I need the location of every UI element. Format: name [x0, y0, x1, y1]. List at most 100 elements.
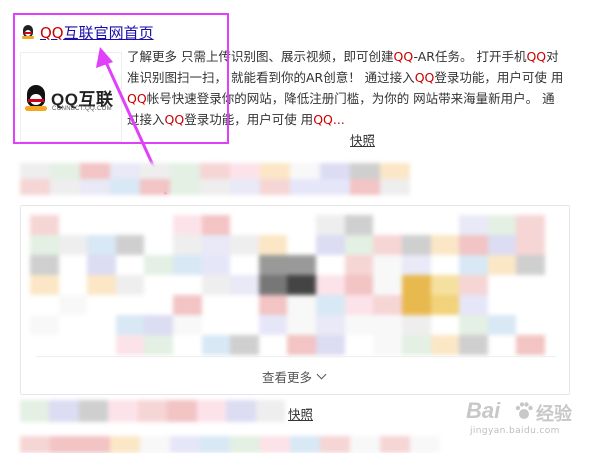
- mosaic-tile: [201, 235, 231, 255]
- mosaic-tile: [140, 179, 170, 195]
- mosaic-tile: [20, 179, 50, 195]
- mosaic-tile: [140, 163, 170, 179]
- mosaic-tile: [516, 255, 545, 275]
- mosaic-tile: [200, 163, 230, 179]
- mosaic-tile: [30, 335, 59, 355]
- mosaic-tile: [200, 436, 230, 453]
- mosaic-tile: [201, 315, 231, 335]
- mosaic-tile: [459, 275, 488, 295]
- mosaic-tile: [258, 275, 288, 295]
- mosaic-tile: [173, 275, 202, 295]
- mosaic-tile: [115, 335, 145, 355]
- mosaic-tile: [167, 400, 197, 422]
- mosaic-tile: [430, 275, 460, 295]
- mosaic-tile: [50, 436, 80, 453]
- mosaic-tile: [87, 275, 116, 295]
- mosaic-tile: [316, 235, 345, 255]
- mosaic-tile: [58, 215, 88, 235]
- mosaic-tile: [201, 215, 231, 235]
- mosaic-tile: [459, 235, 488, 255]
- mosaic-tile: [373, 235, 402, 255]
- mosaic-tile: [108, 400, 138, 422]
- mosaic-tile: [201, 335, 231, 355]
- mosaic-tile: [87, 315, 116, 335]
- mosaic-tile: [258, 255, 288, 275]
- baidu-paw-icon: [515, 402, 533, 419]
- mosaic-tile: [459, 255, 488, 275]
- mosaic-tile: [344, 295, 374, 315]
- mosaic-tile: [230, 335, 259, 355]
- mosaic-tile: [87, 215, 116, 235]
- watermark-site: jingyan.baidu.com: [470, 426, 560, 436]
- blurred-second-result-meta: [20, 400, 285, 422]
- mosaic-tile: [287, 235, 317, 255]
- mosaic-tile: [430, 235, 460, 255]
- mosaic-tile: [170, 436, 200, 453]
- mosaic-tile: [287, 295, 317, 315]
- mosaic-tile: [430, 315, 460, 335]
- mosaic-tile: [487, 235, 517, 255]
- mosaic-tile: [350, 163, 380, 179]
- mosaic-tile: [350, 436, 380, 453]
- mosaic-tile: [58, 235, 88, 255]
- mosaic-tile: [401, 315, 431, 335]
- mosaic-tile: [30, 315, 59, 335]
- mosaic-tile: [137, 400, 168, 422]
- mosaic-tile: [516, 275, 545, 295]
- mosaic-tile: [30, 255, 59, 275]
- mosaic-tile: [373, 315, 402, 335]
- mosaic-tile: [344, 275, 374, 295]
- mosaic-tile: [401, 295, 431, 315]
- mosaic-tile: [320, 163, 350, 179]
- mosaic-tile: [110, 163, 140, 179]
- mosaic-tile: [50, 179, 80, 195]
- mosaic-tile: [516, 295, 545, 315]
- mosaic-tile: [110, 436, 140, 453]
- mosaic-tile: [200, 179, 230, 195]
- mosaic-tile: [196, 400, 227, 422]
- mosaic-tile: [401, 255, 431, 275]
- mosaic-tile: [344, 315, 374, 335]
- mosaic-tile: [260, 179, 290, 195]
- mosaic-tile: [87, 235, 116, 255]
- mosaic-tile: [80, 163, 110, 179]
- mosaic-tile: [173, 315, 202, 335]
- mosaic-tile: [373, 215, 402, 235]
- mosaic-tile: [115, 255, 145, 275]
- see-more-button[interactable]: 查看更多: [262, 367, 327, 386]
- mosaic-tile: [373, 295, 402, 315]
- mosaic-tile: [430, 255, 460, 275]
- chevron-down-icon: [316, 369, 327, 380]
- second-snapshot-link[interactable]: 快照: [288, 404, 313, 423]
- mosaic-tile: [516, 315, 545, 335]
- mosaic-tile: [201, 275, 231, 295]
- see-more-label: 查看更多: [262, 370, 313, 385]
- mosaic-tile: [487, 315, 517, 335]
- mosaic-tile: [487, 335, 517, 355]
- mosaic-tile: [516, 215, 545, 235]
- mosaic-tile: [110, 179, 140, 195]
- mosaic-tile: [230, 255, 259, 275]
- mosaic-tile: [58, 335, 88, 355]
- mosaic-tile: [401, 275, 431, 295]
- mosaic-tile: [115, 315, 145, 335]
- mosaic-tile: [344, 235, 374, 255]
- mosaic-tile: [258, 215, 288, 235]
- mosaic-tile: [290, 163, 320, 179]
- mosaic-tile: [516, 235, 545, 255]
- mosaic-tile: [316, 275, 345, 295]
- mosaic-tile: [144, 315, 174, 335]
- mosaic-tile: [230, 436, 260, 453]
- mosaic-tile: [459, 295, 488, 315]
- mosaic-tile: [58, 315, 88, 335]
- mosaic-tile: [58, 295, 88, 315]
- mosaic-tile: [173, 215, 202, 235]
- mosaic-tile: [258, 335, 288, 355]
- mosaic-tile: [290, 436, 320, 453]
- mosaic-tile: [87, 295, 116, 315]
- mosaic-tile: [173, 335, 202, 355]
- mosaic-tile: [320, 179, 350, 195]
- mosaic-tile: [144, 215, 174, 235]
- mosaic-tile: [316, 315, 345, 335]
- mosaic-tile: [201, 255, 231, 275]
